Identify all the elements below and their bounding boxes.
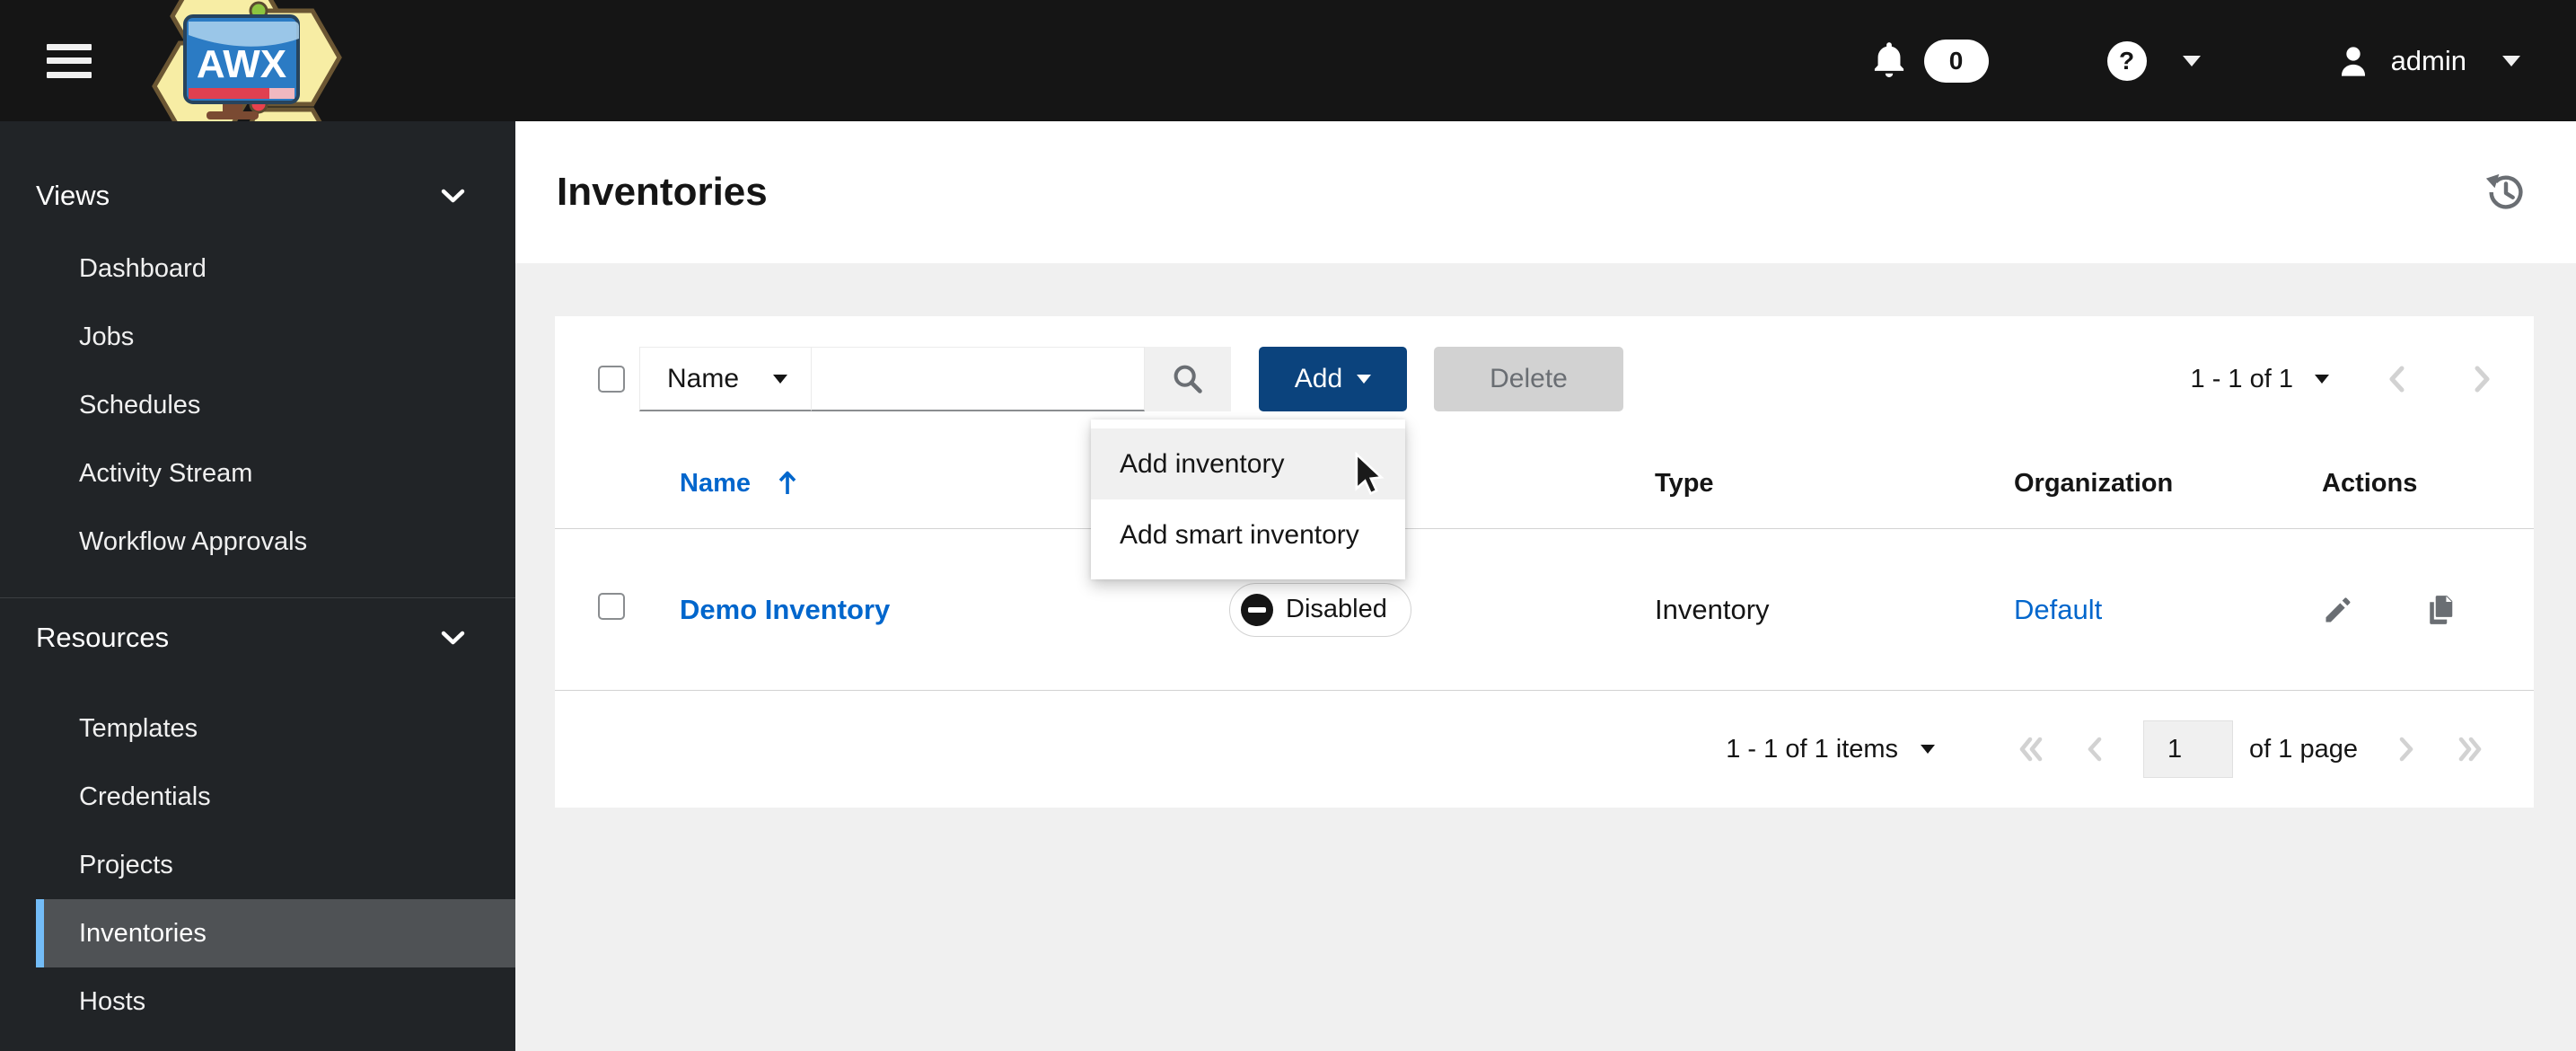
svg-text:AWX: AWX: [197, 42, 286, 86]
angle-double-left-icon: [2019, 737, 2043, 762]
chevron-down-icon: [2502, 55, 2520, 66]
items-range-label: 1 - 1 of 1 items: [1726, 734, 1899, 764]
page-header: Inventories: [515, 121, 2576, 263]
inventories-list-card: Name Add Delete 1 - 1 of 1 Name Type Org…: [555, 316, 2534, 808]
delete-button[interactable]: Delete: [1434, 347, 1623, 411]
sort-by-name-header[interactable]: Name: [680, 469, 797, 499]
sidebar-item-credentials[interactable]: Credentials: [36, 763, 515, 831]
sidebar-item-inventories[interactable]: Inventories: [36, 899, 515, 967]
question-icon: ?: [2106, 40, 2147, 81]
chevron-down-icon: [773, 374, 787, 384]
hamburger-icon: [47, 43, 92, 50]
select-all-checkbox[interactable]: [598, 366, 625, 393]
status-badge-label: Disabled: [1286, 595, 1387, 623]
chevron-down-icon: [1357, 375, 1372, 384]
inventory-type-cell: Inventory: [1655, 593, 1770, 625]
inventory-name-link[interactable]: Demo Inventory: [680, 594, 890, 625]
activity-stream-history-button[interactable]: [2484, 171, 2528, 214]
angle-left-icon: [2088, 737, 2102, 762]
page-title: Inventories: [557, 170, 768, 214]
nav-group-views: Views Dashboard Jobs Schedules Activity …: [0, 157, 515, 576]
notifications-button[interactable]: 0: [1868, 39, 1989, 84]
next-page-button[interactable]: [2475, 366, 2491, 393]
chevron-down-icon: [1921, 745, 1936, 754]
bell-icon: [1874, 41, 1903, 77]
type-column-header: Type: [1655, 468, 1714, 498]
page-count-label: of 1 page: [2249, 734, 2358, 764]
toolbar-pagination: 1 - 1 of 1: [2191, 365, 2491, 394]
chevron-down-icon: [441, 631, 465, 644]
pencil-icon: [2325, 596, 2351, 622]
user-icon: [2341, 46, 2365, 76]
filter-type-label: Name: [667, 363, 740, 393]
next-page-button-footer[interactable]: [2399, 736, 2415, 763]
current-page-input[interactable]: [2143, 720, 2234, 778]
nav-group-views-header[interactable]: Views: [0, 157, 515, 234]
sidebar-item-hosts[interactable]: Hosts: [36, 967, 515, 1036]
username-label: admin: [2390, 44, 2466, 76]
nav-group-label: Views: [36, 180, 110, 211]
main-content: Inventories Name Add Delete 1 - 1 of 1 N…: [515, 121, 2576, 1051]
sidebar-item-schedules[interactable]: Schedules: [36, 371, 515, 439]
copy-inventory-button[interactable]: [2422, 593, 2457, 627]
sidebar-item-templates[interactable]: Templates: [36, 694, 515, 763]
angle-right-icon: [2399, 737, 2413, 762]
sidebar-nav: Views Dashboard Jobs Schedules Activity …: [0, 121, 515, 1051]
edit-inventory-button[interactable]: [2322, 594, 2354, 626]
add-button-label: Add: [1294, 364, 1343, 393]
nav-group-resources: Resources Templates Credentials Projects…: [0, 599, 515, 1036]
search-input[interactable]: [812, 347, 1145, 411]
nav-group-resources-header[interactable]: Resources: [0, 599, 515, 676]
history-icon: [2485, 173, 2523, 209]
menu-item-add-smart-inventory[interactable]: Add smart inventory: [1091, 499, 1405, 570]
chevron-down-icon: [441, 189, 465, 202]
chevron-down-icon: [2315, 375, 2329, 384]
previous-page-button-footer[interactable]: [2086, 736, 2102, 763]
actions-column-header: Actions: [2322, 468, 2418, 498]
add-button[interactable]: Add: [1259, 347, 1407, 411]
organization-link[interactable]: Default: [2014, 594, 2102, 625]
sidebar-item-dashboard[interactable]: Dashboard: [36, 234, 515, 303]
angle-right-icon: [2475, 366, 2490, 393]
table-header-row: Name Type Organization Actions: [555, 438, 2534, 529]
last-page-button[interactable]: [2457, 736, 2484, 763]
angle-left-icon: [2389, 366, 2405, 393]
sidebar-item-activity-stream[interactable]: Activity Stream: [36, 439, 515, 508]
masthead: AWX 0 ? admin: [0, 0, 2576, 206]
sort-ascending-arrow-icon: [778, 471, 796, 494]
menu-item-add-inventory[interactable]: Add inventory: [1091, 428, 1405, 499]
disabled-icon: [1241, 593, 1273, 626]
organization-column-header: Organization: [2014, 468, 2174, 498]
status-badge: Disabled: [1229, 582, 1411, 637]
row-select-checkbox[interactable]: [598, 592, 625, 620]
name-column-header: Name: [680, 468, 751, 498]
angle-double-right-icon: [2458, 737, 2482, 762]
list-toolbar: Name Add Delete 1 - 1 of 1: [555, 316, 2534, 411]
pagination-range-label: 1 - 1 of 1: [2190, 364, 2293, 393]
sidebar-item-projects[interactable]: Projects: [36, 831, 515, 899]
nav-group-label: Resources: [36, 622, 170, 653]
first-page-button[interactable]: [2018, 736, 2044, 763]
previous-page-button[interactable]: [2388, 366, 2405, 393]
search-icon: [1174, 365, 1202, 393]
notification-count-badge: 0: [1923, 39, 1989, 83]
awx-logo[interactable]: AWX: [144, 0, 350, 206]
sidebar-item-workflow-approvals[interactable]: Workflow Approvals: [36, 508, 515, 576]
add-dropdown-menu: Add inventory Add smart inventory: [1091, 420, 1405, 579]
nav-toggle-button[interactable]: [47, 43, 92, 78]
table-row: Demo Inventory Disabled Inventory Defaul…: [555, 529, 2534, 691]
help-menu-button[interactable]: ?: [2106, 40, 2201, 81]
sidebar-item-jobs[interactable]: Jobs: [36, 303, 515, 371]
sidebar-divider: [0, 597, 515, 598]
user-menu-button[interactable]: admin: [2335, 43, 2520, 79]
search-button[interactable]: [1145, 347, 1231, 411]
copy-icon: [2430, 595, 2453, 624]
footer-pagination: 1 - 1 of 1 items of 1 page: [555, 691, 2534, 808]
awx-logo-image: AWX: [152, 0, 342, 206]
chevron-down-icon: [2182, 55, 2201, 66]
filter-type-select[interactable]: Name: [639, 347, 812, 411]
